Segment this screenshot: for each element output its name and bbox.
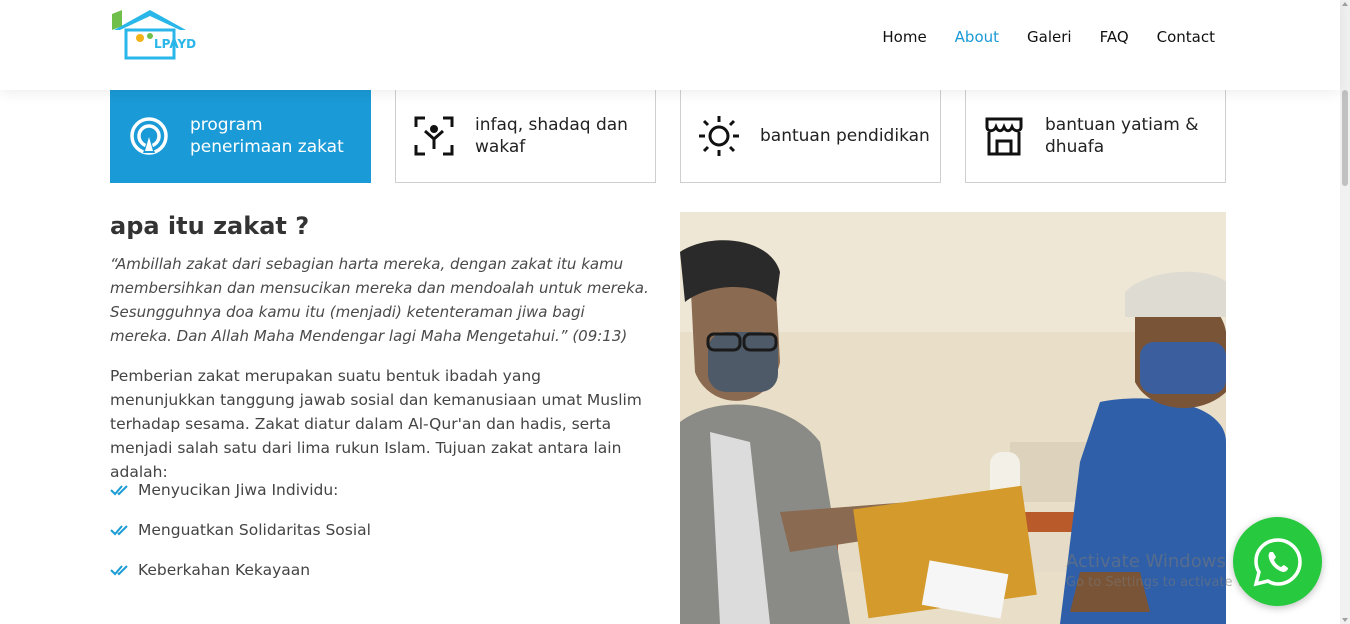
list-item-label: Keberkahan Kekayaan	[138, 561, 311, 579]
service-zakat[interactable]: program penerimaan zakat	[110, 90, 371, 183]
service-label: program penerimaan zakat	[190, 115, 344, 157]
quran-quote: “Ambillah zakat dari sebagian harta mere…	[110, 255, 649, 345]
main-nav: Home About Galeri FAQ Contact	[854, 28, 1215, 46]
nav-contact[interactable]: Contact	[1157, 28, 1215, 46]
lpayd-logo[interactable]: LPAYD	[110, 8, 210, 60]
nav-about[interactable]: About	[955, 28, 999, 46]
scroll-up-icon[interactable]	[1342, 2, 1348, 6]
scroll-down-icon[interactable]	[1342, 618, 1348, 622]
service-pendidikan[interactable]: bantuan pendidikan	[680, 90, 941, 183]
list-item-label: Menyucikan Jiwa Individu:	[138, 481, 339, 499]
service-infaq[interactable]: infaq, shadaq dan wakaf	[395, 90, 656, 183]
whatsapp-icon	[1253, 537, 1302, 586]
service-label: bantuan pendidikan	[760, 126, 930, 146]
service-label: infaq, shadaq dan wakaf	[475, 115, 628, 157]
store-icon	[985, 117, 1023, 156]
service-label: bantuan yatiam & dhuafa	[1045, 115, 1199, 157]
goals-list: Menyucikan Jiwa Individu: Menguatkan Sol…	[110, 480, 371, 600]
page-scrollbar[interactable]	[1340, 0, 1350, 624]
person-focus-icon	[414, 116, 454, 156]
list-item: Menyucikan Jiwa Individu:	[110, 480, 371, 500]
svg-text:LPAYD: LPAYD	[154, 37, 196, 51]
sun-icon	[699, 116, 739, 156]
section-heading: apa itu zakat ?	[110, 212, 310, 240]
list-item: Menguatkan Solidaritas Sosial	[110, 520, 371, 540]
nav-faq[interactable]: FAQ	[1100, 28, 1129, 46]
service-yatim[interactable]: bantuan yatiam & dhuafa	[965, 90, 1226, 183]
intro-paragraph: Pemberian zakat merupakan suatu bentuk i…	[110, 367, 642, 481]
site-header: LPAYD Home About Galeri FAQ Contact	[0, 0, 1340, 90]
services-row: program penerimaan zakat infaq, shadaq d…	[110, 90, 1226, 183]
broadcast-icon	[130, 117, 168, 155]
double-check-icon	[110, 485, 128, 496]
nav-galeri[interactable]: Galeri	[1027, 28, 1072, 46]
double-check-icon	[110, 525, 128, 536]
list-item: Keberkahan Kekayaan	[110, 560, 371, 580]
nav-home[interactable]: Home	[882, 28, 926, 46]
whatsapp-button[interactable]	[1233, 517, 1322, 606]
list-item-label: Menguatkan Solidaritas Sosial	[138, 521, 371, 539]
double-check-icon	[110, 565, 128, 576]
scroll-thumb[interactable]	[1342, 90, 1348, 186]
